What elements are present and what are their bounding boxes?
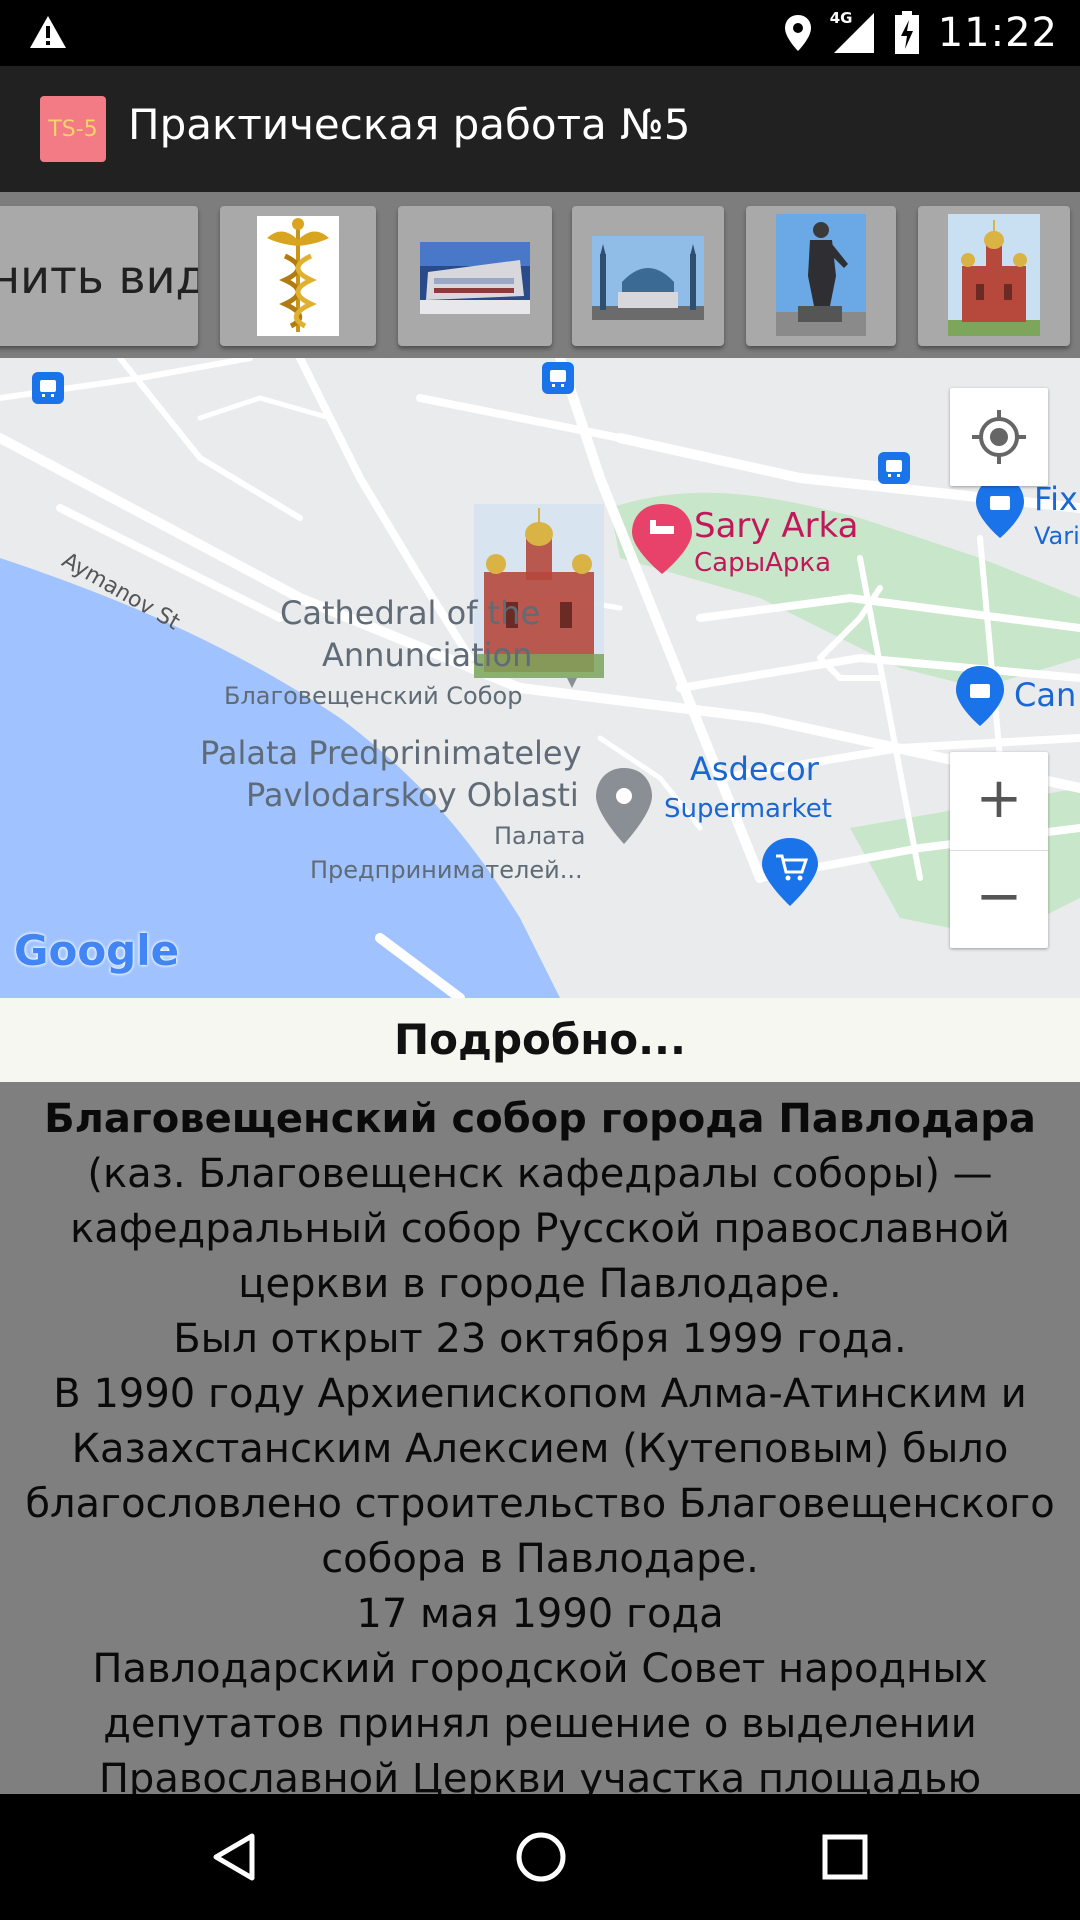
google-map[interactable]: Aymanov St Sary Arka СарыАрка Fix Vari C… [0,358,1080,998]
cathedral-label-line1: Cathedral of the [280,594,541,632]
building-thumbnail-button[interactable] [398,206,552,346]
app-icon: TS-5 [40,96,106,162]
palata-label-line2: Pavlodarskoy Oblasti [246,776,579,814]
details-scroll-area[interactable]: Благовещенский собор города Павлодара (к… [0,1082,1080,1794]
caduceus-thumbnail-button[interactable] [220,206,376,346]
statue-image [776,214,866,336]
network-type: 4G [829,9,853,27]
palata-label-ru-line2: Предпринимателей... [310,856,583,884]
app-title: Практическая работа №5 [128,100,691,149]
cathedral-label-line2: Annunciation [322,636,533,674]
map-canvas [0,358,1080,998]
bus-stop-icon [542,362,574,394]
cathedral-thumbnail-button[interactable] [918,206,1070,346]
caduceus-image [257,216,339,336]
bus-stop-icon [878,452,910,484]
building-image [420,242,530,314]
my-location-button[interactable] [950,388,1048,486]
status-bar: 4G 11:22 [0,0,1080,66]
details-header: Подробно... [0,998,1080,1082]
store-sub-label: Vari [1034,522,1080,550]
palata-label-line1: Palata Predprinimateley [200,734,582,772]
statue-thumbnail-button[interactable] [746,206,896,346]
clock: 11:22 [937,10,1058,56]
bus-stop-icon [32,372,64,404]
supermarket-label: Supermarket [664,794,832,824]
cathedral-image [948,214,1040,336]
navigation-bar [0,1794,1080,1920]
hotel-name-ru: СарыАрка [694,548,832,578]
back-icon[interactable] [210,1832,260,1882]
palata-label-ru-line1: Палата [494,822,586,850]
zoom-out-button[interactable]: − [950,850,1048,948]
battery-charging-icon [894,11,919,54]
recents-icon[interactable] [820,1832,870,1882]
asdecor-label: Asdecor [690,750,819,788]
zoom-in-button[interactable]: + [950,752,1048,851]
description-body: (каз. Благовещенск кафедралы соборы) — к… [25,1151,1055,1794]
store-label-can: Can [1014,676,1077,714]
image-button-strip: нить вид [0,192,1080,358]
home-icon[interactable] [514,1830,568,1884]
description-text: Благовещенский собор города Павлодара (к… [0,1082,1080,1794]
mosque-image [592,236,704,320]
description-lead: Благовещенский собор города Павлодара [44,1096,1036,1142]
my-location-icon [972,410,1026,464]
warning-icon [30,16,66,48]
hotel-name: Sary Arka [694,506,859,546]
cathedral-label-ru: Благовещенский Собор [224,682,523,710]
google-logo: Google [14,926,180,975]
mosque-thumbnail-button[interactable] [572,206,724,346]
location-icon [784,15,811,51]
change-view-label: нить вид [0,250,198,304]
change-view-button[interactable]: нить вид [0,206,198,346]
app-bar: TS-5 Практическая работа №5 [0,66,1080,192]
zoom-controls: + − [950,752,1048,948]
signal-icon: 4G [829,9,876,55]
